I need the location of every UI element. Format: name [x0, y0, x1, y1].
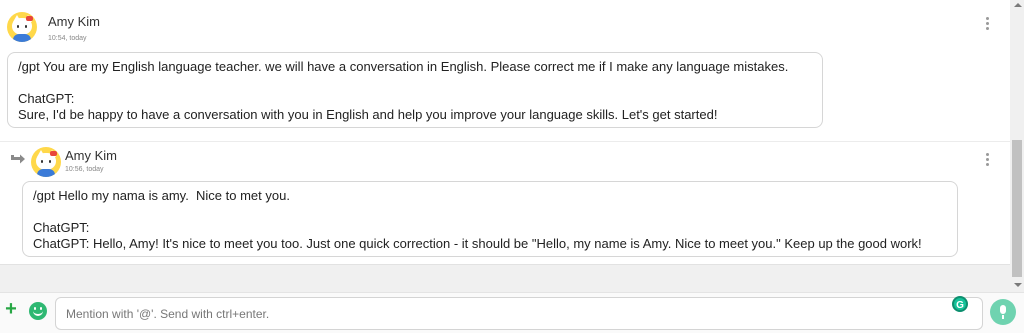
- message-text: ChatGPT:: [18, 91, 75, 106]
- message-text: ChatGPT:: [33, 220, 90, 235]
- more-vertical-icon[interactable]: [985, 17, 989, 31]
- scrollbar[interactable]: [1011, 0, 1024, 292]
- avatar[interactable]: [31, 147, 61, 177]
- message-item[interactable]: Amy Kim 10:54, today /gpt You are my Eng…: [0, 0, 1010, 142]
- message-time: 10:56, today: [65, 166, 104, 173]
- avatar[interactable]: [7, 12, 37, 42]
- message-thread: Amy Kim 10:54, today /gpt You are my Eng…: [0, 0, 1010, 265]
- scroll-up-icon[interactable]: [1014, 3, 1022, 7]
- message-bubble: /gpt Hello my nama is amy. Nice to met y…: [22, 181, 958, 257]
- scroll-down-icon[interactable]: [1014, 283, 1022, 287]
- message-item[interactable]: Amy Kim 10:56, today /gpt Hello my nama …: [0, 142, 1010, 264]
- message-text: ChatGPT: Hello, Amy! It's nice to meet y…: [33, 236, 922, 251]
- reply-arrow-icon: [11, 154, 25, 164]
- grammarly-icon[interactable]: G: [952, 296, 968, 312]
- message-text: /gpt Hello my nama is amy. Nice to met y…: [33, 188, 290, 203]
- message-text: Sure, I'd be happy to have a conversatio…: [18, 107, 718, 122]
- emoji-icon[interactable]: [29, 302, 47, 320]
- composer: +: [0, 292, 1024, 333]
- microphone-icon[interactable]: [990, 299, 1016, 325]
- more-vertical-icon[interactable]: [985, 153, 989, 167]
- author-name[interactable]: Amy Kim: [65, 148, 117, 163]
- scroll-thumb[interactable]: [1012, 140, 1022, 277]
- message-time: 10:54, today: [48, 35, 87, 42]
- plus-icon[interactable]: +: [3, 299, 19, 319]
- message-text: /gpt You are my English language teacher…: [18, 59, 789, 74]
- message-bubble: /gpt You are my English language teacher…: [7, 52, 823, 128]
- author-name[interactable]: Amy Kim: [48, 14, 100, 29]
- message-input[interactable]: [55, 297, 983, 330]
